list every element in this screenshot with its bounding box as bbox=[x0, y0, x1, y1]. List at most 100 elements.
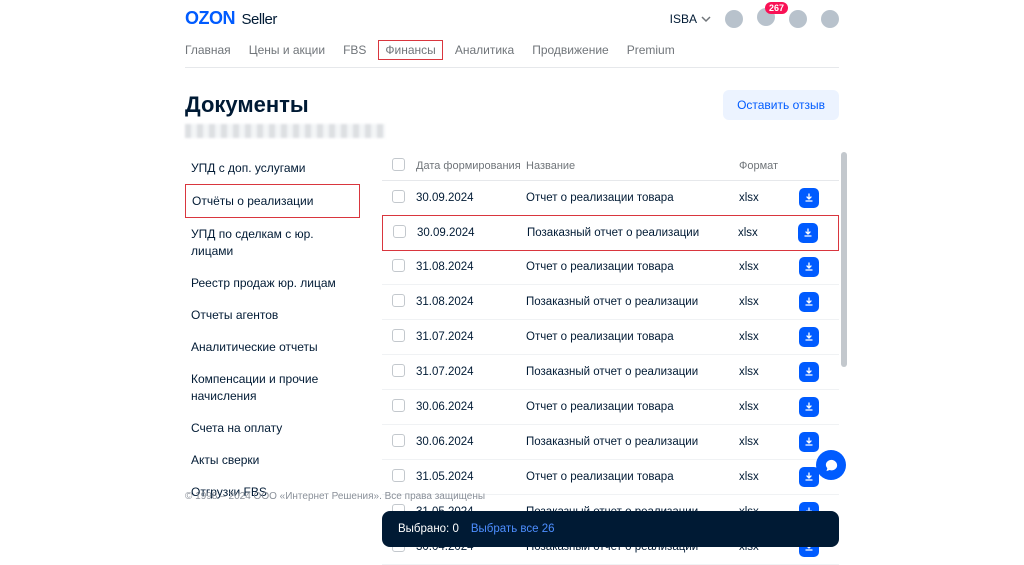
nav-item-4[interactable]: Аналитика bbox=[455, 43, 514, 57]
download-button[interactable] bbox=[799, 257, 819, 277]
sidebar-item-7[interactable]: Счета на оплату bbox=[185, 412, 360, 444]
row-checkbox[interactable] bbox=[392, 259, 405, 272]
feedback-button[interactable]: Оставить отзыв bbox=[723, 90, 839, 120]
nav-item-3[interactable]: Финансы bbox=[378, 40, 442, 60]
scrollbar[interactable] bbox=[841, 152, 847, 367]
table-row[interactable]: 31.07.2024Отчет о реализации товараxlsx bbox=[382, 320, 839, 355]
main-nav: Главная Цены и акции FBS Финансы Аналитика Пр… bbox=[185, 37, 839, 68]
col-header-date[interactable]: Дата формирования bbox=[416, 160, 526, 172]
logo-brand: OZON bbox=[185, 8, 235, 28]
notif-badge: 267 bbox=[765, 2, 788, 14]
chat-fab[interactable] bbox=[816, 450, 846, 480]
select-all-link[interactable]: Выбрать все 26 bbox=[471, 523, 555, 535]
cell-date: 30.09.2024 bbox=[416, 192, 526, 204]
selection-bar: Выбрано: 0 Выбрать все 26 bbox=[382, 511, 839, 547]
sidebar: УПД с доп. услугамиОтчёты о реализацииУП… bbox=[185, 152, 360, 565]
table-row[interactable]: 30.06.2024Позаказный отчет о реализацииx… bbox=[382, 425, 839, 460]
sidebar-item-2[interactable]: УПД по сделкам с юр. лицами bbox=[185, 218, 360, 266]
sidebar-item-0[interactable]: УПД с доп. услугами bbox=[185, 152, 360, 184]
cell-format: xlsx bbox=[739, 192, 799, 204]
cell-date: 31.08.2024 bbox=[416, 296, 526, 308]
cell-format: xlsx bbox=[739, 436, 799, 448]
chevron-down-icon bbox=[701, 14, 711, 24]
download-button[interactable] bbox=[799, 432, 819, 452]
sidebar-item-5[interactable]: Аналитические отчеты bbox=[185, 331, 360, 363]
row-checkbox[interactable] bbox=[392, 469, 405, 482]
cell-name: Отчет о реализации товара bbox=[526, 331, 739, 343]
row-checkbox[interactable] bbox=[392, 399, 405, 412]
logo-suffix: Seller bbox=[242, 11, 277, 28]
cell-name: Отчет о реализации товара bbox=[526, 471, 739, 483]
cell-format: xlsx bbox=[739, 296, 799, 308]
cell-name: Отчет о реализации товара bbox=[526, 401, 739, 413]
cell-name: Позаказный отчет о реализации bbox=[527, 227, 738, 239]
cell-date: 31.07.2024 bbox=[416, 366, 526, 378]
download-button[interactable] bbox=[799, 188, 819, 208]
download-button[interactable] bbox=[799, 362, 819, 382]
cell-date: 31.05.2024 bbox=[416, 471, 526, 483]
menu-icon[interactable] bbox=[821, 10, 839, 28]
account-name: ISBA bbox=[670, 12, 697, 26]
row-checkbox[interactable] bbox=[393, 225, 406, 238]
download-button[interactable] bbox=[799, 292, 819, 312]
sidebar-item-4[interactable]: Отчеты агентов bbox=[185, 299, 360, 331]
table-header: Дата формирования Название Формат bbox=[382, 152, 839, 181]
documents-table: Дата формирования Название Формат 30.09.… bbox=[382, 152, 839, 565]
selection-count: Выбрано: 0 bbox=[398, 523, 459, 535]
nav-item-0[interactable]: Главная bbox=[185, 43, 231, 57]
col-header-name[interactable]: Название bbox=[526, 160, 739, 172]
sidebar-item-6[interactable]: Компенсации и прочие начисления bbox=[185, 363, 360, 411]
download-button[interactable] bbox=[799, 327, 819, 347]
page-header: Документы Оставить отзыв bbox=[185, 90, 839, 120]
subtitle-redacted bbox=[185, 124, 385, 138]
row-checkbox[interactable] bbox=[392, 190, 405, 203]
row-checkbox[interactable] bbox=[392, 364, 405, 377]
table-row[interactable]: 31.07.2024Позаказный отчет о реализацииx… bbox=[382, 355, 839, 390]
nav-item-6[interactable]: Premium bbox=[627, 43, 675, 57]
nav-item-5[interactable]: Продвижение bbox=[532, 43, 609, 57]
account-dropdown[interactable]: ISBA bbox=[670, 12, 711, 26]
chat-icon bbox=[824, 458, 839, 473]
cell-date: 31.08.2024 bbox=[416, 261, 526, 273]
table-body: 30.09.2024Отчет о реализации товараxlsx3… bbox=[382, 181, 839, 565]
user-icon[interactable] bbox=[725, 10, 743, 28]
download-button[interactable] bbox=[798, 223, 818, 243]
table-row[interactable]: 30.09.2024Позаказный отчет о реализацииx… bbox=[382, 215, 839, 251]
nav-item-1[interactable]: Цены и акции bbox=[249, 43, 325, 57]
cell-name: Позаказный отчет о реализации bbox=[526, 436, 739, 448]
col-header-format[interactable]: Формат bbox=[739, 160, 799, 172]
cell-name: Позаказный отчет о реализации bbox=[526, 366, 739, 378]
table-row[interactable]: 30.06.2024Отчет о реализации товараxlsx bbox=[382, 390, 839, 425]
cell-date: 30.09.2024 bbox=[417, 227, 527, 239]
topbar: OZON Seller ISBA 267 bbox=[185, 0, 839, 37]
cell-format: xlsx bbox=[739, 331, 799, 343]
row-checkbox[interactable] bbox=[392, 434, 405, 447]
table-row[interactable]: 30.09.2024Отчет о реализации товараxlsx bbox=[382, 181, 839, 216]
content-area: УПД с доп. услугамиОтчёты о реализацииУП… bbox=[185, 152, 839, 565]
table-row[interactable]: 31.08.2024Отчет о реализации товараxlsx bbox=[382, 250, 839, 285]
row-checkbox[interactable] bbox=[392, 294, 405, 307]
sidebar-item-3[interactable]: Реестр продаж юр. лицам bbox=[185, 267, 360, 299]
sidebar-item-1[interactable]: Отчёты о реализации bbox=[185, 184, 360, 218]
help-icon[interactable] bbox=[789, 10, 807, 28]
logo[interactable]: OZON Seller bbox=[185, 8, 277, 29]
cell-date: 31.07.2024 bbox=[416, 331, 526, 343]
cell-format: xlsx bbox=[739, 261, 799, 273]
row-checkbox[interactable] bbox=[392, 329, 405, 342]
cell-format: xlsx bbox=[739, 366, 799, 378]
footer-copyright: © 1998 – 2024 ООО «Интернет Решения». Вс… bbox=[185, 491, 485, 502]
top-right: ISBA 267 bbox=[670, 8, 839, 29]
table-row[interactable]: 31.05.2024Отчет о реализации товараxlsx bbox=[382, 460, 839, 495]
notifications-button[interactable]: 267 bbox=[757, 8, 775, 29]
sidebar-item-8[interactable]: Акты сверки bbox=[185, 444, 360, 476]
cell-date: 30.06.2024 bbox=[416, 401, 526, 413]
cell-date: 30.06.2024 bbox=[416, 436, 526, 448]
nav-item-2[interactable]: FBS bbox=[343, 43, 366, 57]
table-row[interactable]: 31.08.2024Позаказный отчет о реализацииx… bbox=[382, 285, 839, 320]
cell-format: xlsx bbox=[739, 471, 799, 483]
cell-name: Позаказный отчет о реализации bbox=[526, 296, 739, 308]
page-title: Документы bbox=[185, 92, 309, 118]
cell-format: xlsx bbox=[738, 227, 798, 239]
select-all-checkbox[interactable] bbox=[392, 158, 405, 171]
download-button[interactable] bbox=[799, 397, 819, 417]
